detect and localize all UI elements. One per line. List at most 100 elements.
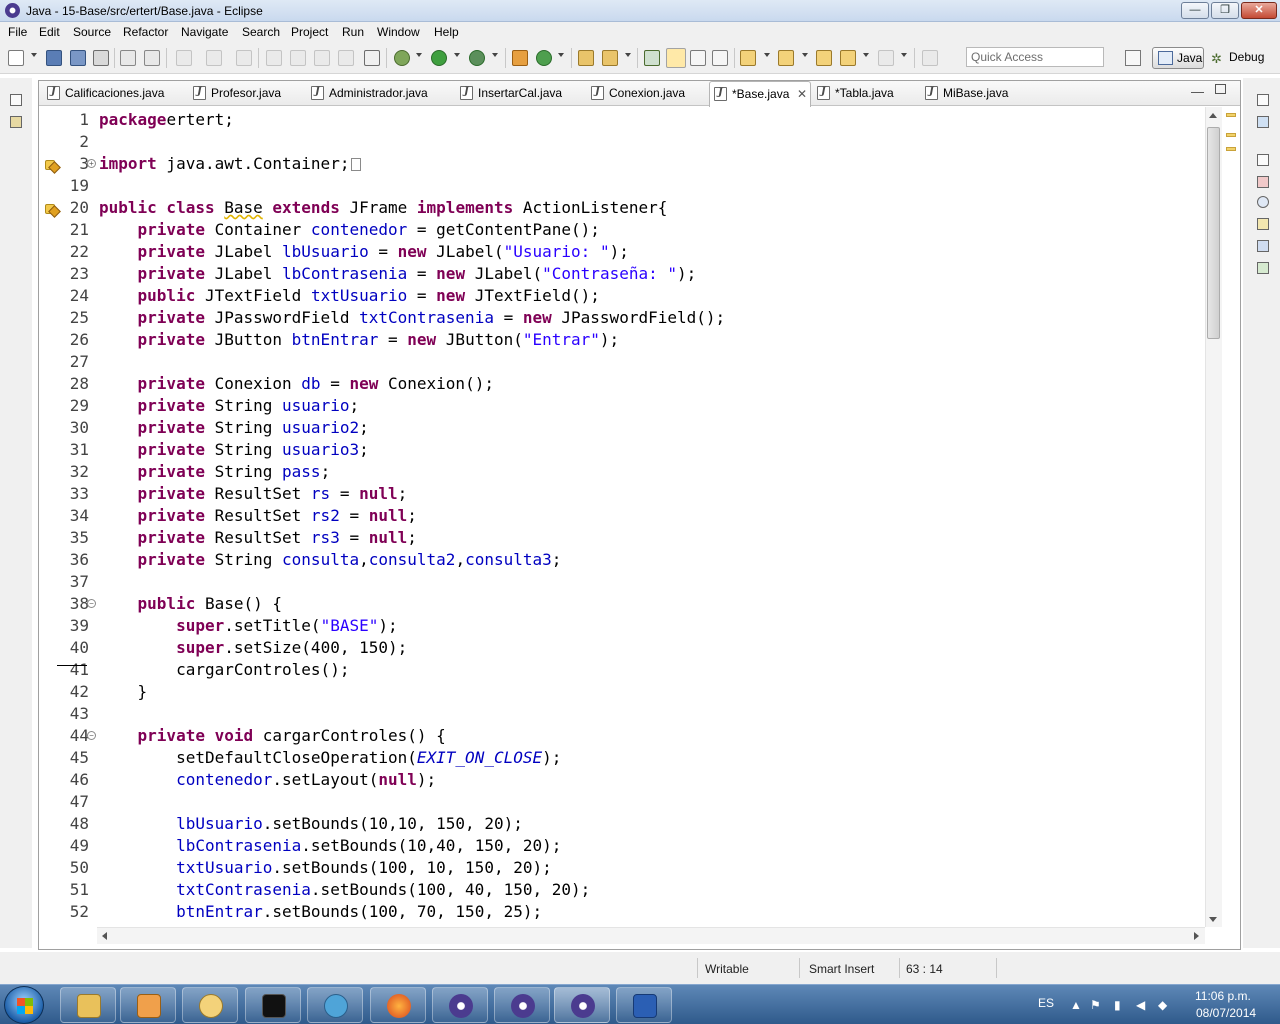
expand-fold-icon[interactable]: + bbox=[87, 159, 96, 168]
mark-occurrences-icon[interactable] bbox=[666, 48, 686, 68]
code-line[interactable]: private String usuario2; bbox=[99, 417, 369, 439]
resume-icon[interactable] bbox=[266, 50, 282, 66]
debug-view-icon[interactable] bbox=[1257, 262, 1269, 274]
forward-icon[interactable] bbox=[878, 50, 894, 66]
overview-ruler[interactable] bbox=[1222, 107, 1240, 927]
taskbar-word[interactable] bbox=[616, 987, 672, 1023]
forward-dropdown-icon[interactable] bbox=[901, 53, 907, 57]
cut-icon[interactable] bbox=[236, 50, 252, 66]
redo-icon[interactable] bbox=[206, 50, 222, 66]
new-icon[interactable] bbox=[8, 50, 24, 66]
menu-run[interactable]: Run bbox=[340, 24, 366, 40]
new-java-project-icon[interactable] bbox=[512, 50, 528, 66]
action-center-icon[interactable]: ⚑ bbox=[1090, 999, 1102, 1011]
save-icon[interactable] bbox=[46, 50, 62, 66]
new-class-dropdown-icon[interactable] bbox=[558, 53, 564, 57]
taskbar-tools[interactable] bbox=[182, 987, 238, 1023]
menu-refactor[interactable]: Refactor bbox=[121, 24, 170, 40]
last-edit-location-icon[interactable] bbox=[816, 50, 832, 66]
show-hidden-icons-icon[interactable]: ▲ bbox=[1070, 999, 1082, 1011]
restore-outline-icon[interactable] bbox=[1257, 94, 1269, 106]
debug-dropdown-icon[interactable] bbox=[416, 53, 422, 57]
code-line[interactable]: private JLabel lbUsuario = new JLabel("U… bbox=[99, 241, 629, 263]
code-line[interactable]: private JPasswordField txtContrasenia = … bbox=[99, 307, 726, 329]
new-dropdown-icon[interactable] bbox=[31, 53, 37, 57]
external-tools-dropdown-icon[interactable] bbox=[492, 53, 498, 57]
overview-warning-mark[interactable] bbox=[1226, 113, 1236, 117]
code-line[interactable]: super.setTitle("BASE"); bbox=[99, 615, 398, 637]
ant-icon[interactable] bbox=[144, 50, 160, 66]
next-annotation-icon[interactable] bbox=[644, 50, 660, 66]
suspend-icon[interactable] bbox=[290, 50, 306, 66]
console-icon[interactable] bbox=[1257, 240, 1269, 252]
code-line[interactable]: private ResultSet rs3 = null; bbox=[99, 527, 417, 549]
perspective-debug-button[interactable]: ✲ Debug bbox=[1209, 47, 1279, 69]
code-line[interactable]: cargarControles(); bbox=[99, 659, 349, 681]
search-dropdown-icon[interactable] bbox=[625, 53, 631, 57]
scroll-down-icon[interactable] bbox=[1209, 917, 1217, 922]
overview-warning-mark[interactable] bbox=[1226, 133, 1236, 137]
power-icon[interactable]: ◆ bbox=[1158, 999, 1170, 1011]
menu-search[interactable]: Search bbox=[240, 24, 282, 40]
close-button[interactable]: ✕ bbox=[1241, 2, 1277, 19]
tab-profesor[interactable]: Profesor.java bbox=[189, 81, 319, 106]
collapse-fold-icon[interactable]: − bbox=[87, 731, 96, 740]
save-all-icon[interactable] bbox=[70, 50, 86, 66]
code-line[interactable]: private String pass; bbox=[99, 461, 331, 483]
disconnect-icon[interactable] bbox=[338, 50, 354, 66]
code-line[interactable]: txtUsuario.setBounds(100, 10, 150, 20); bbox=[99, 857, 552, 879]
external-tools-icon[interactable] bbox=[469, 50, 485, 66]
volume-icon[interactable]: ◀ bbox=[1136, 999, 1148, 1011]
code-line[interactable]: packageertert; bbox=[99, 109, 234, 131]
back-dropdown-icon[interactable] bbox=[863, 53, 869, 57]
scroll-right-icon[interactable] bbox=[1194, 932, 1199, 940]
code-line[interactable]: private ResultSet rs = null; bbox=[99, 483, 408, 505]
new-class-icon[interactable] bbox=[536, 50, 552, 66]
package-explorer-icon[interactable] bbox=[10, 116, 22, 128]
code-area[interactable]: packageertert; import java.awt.Container;… bbox=[99, 107, 1206, 927]
warning-icon[interactable] bbox=[45, 158, 58, 170]
minimize-editor-icon[interactable]: — bbox=[1191, 84, 1204, 99]
run-icon[interactable] bbox=[431, 50, 447, 66]
debug-icon[interactable] bbox=[394, 50, 410, 66]
tab-conexion[interactable]: Conexion.java bbox=[587, 81, 707, 106]
team-icon[interactable] bbox=[120, 50, 136, 66]
code-line[interactable]: private String usuario; bbox=[99, 395, 360, 417]
tab-calificaciones[interactable]: Calificaciones.java bbox=[43, 81, 193, 106]
open-type-icon[interactable] bbox=[578, 50, 594, 66]
code-line[interactable]: super.setSize(400, 150); bbox=[99, 637, 407, 659]
pin-editor-icon[interactable] bbox=[922, 50, 938, 66]
taskbar-eclipse-2[interactable] bbox=[494, 987, 550, 1023]
perspective-java-button[interactable]: Java bbox=[1152, 47, 1204, 69]
menu-help[interactable]: Help bbox=[432, 24, 461, 40]
undo-icon[interactable] bbox=[176, 50, 192, 66]
code-line[interactable]: private JLabel lbContrasenia = new JLabe… bbox=[99, 263, 697, 285]
taskbar-eclipse-1[interactable] bbox=[432, 987, 488, 1023]
code-line[interactable]: } bbox=[99, 681, 148, 703]
run-dropdown-icon[interactable] bbox=[454, 53, 460, 57]
code-line[interactable]: private JButton btnEntrar = new JButton(… bbox=[99, 329, 620, 351]
terminate-icon[interactable] bbox=[314, 50, 330, 66]
code-line[interactable]: lbContrasenia.setBounds(10,40, 150, 20); bbox=[99, 835, 561, 857]
language-indicator[interactable]: ES bbox=[1038, 996, 1054, 1010]
code-line[interactable]: private String consulta,consulta2,consul… bbox=[99, 549, 562, 571]
back-icon[interactable] bbox=[840, 50, 856, 66]
taskbar-firefox[interactable] bbox=[370, 987, 426, 1023]
quick-access-input[interactable]: Quick Access bbox=[966, 47, 1104, 67]
taskbar-media-player[interactable] bbox=[120, 987, 176, 1023]
menu-window[interactable]: Window bbox=[375, 24, 422, 40]
overview-warning-mark[interactable] bbox=[1226, 147, 1236, 151]
taskbar-command-prompt[interactable] bbox=[245, 987, 301, 1023]
minimize-button[interactable]: — bbox=[1181, 2, 1209, 19]
search-tool-icon[interactable] bbox=[602, 50, 618, 66]
outline-icon[interactable] bbox=[1257, 116, 1269, 128]
tab-administrador[interactable]: Administrador.java bbox=[307, 81, 437, 106]
warning-icon[interactable] bbox=[45, 202, 58, 214]
code-line[interactable]: import java.awt.Container; bbox=[99, 153, 362, 175]
next-edit-dropdown-icon[interactable] bbox=[764, 53, 770, 57]
code-line[interactable]: private ResultSet rs2 = null; bbox=[99, 505, 417, 527]
tab-tabla[interactable]: *Tabla.java bbox=[813, 81, 923, 106]
javadoc-icon[interactable] bbox=[1257, 196, 1269, 208]
taskbar-explorer[interactable] bbox=[60, 987, 116, 1023]
restore-view-icon[interactable] bbox=[10, 94, 22, 106]
